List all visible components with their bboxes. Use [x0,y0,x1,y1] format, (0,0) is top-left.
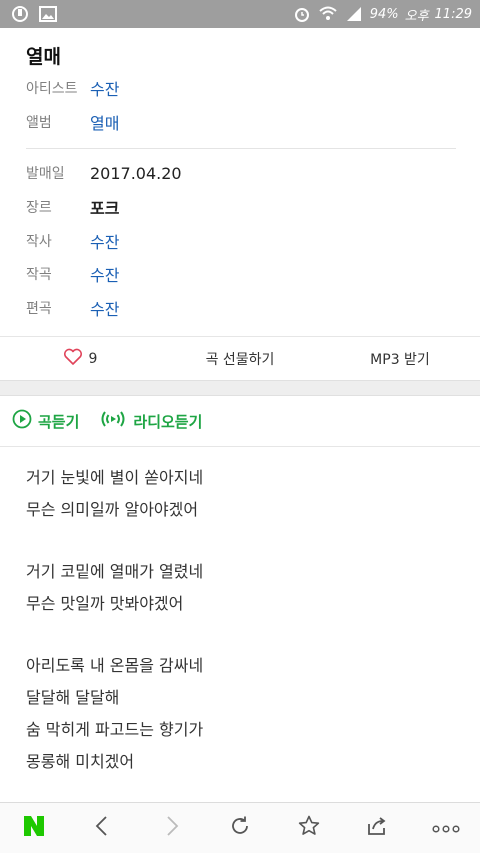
forward-icon [159,814,183,842]
play-circle-icon [12,409,32,433]
like-count: 9 [88,350,98,367]
gift-song-button[interactable]: 곡 선물하기 [160,349,320,369]
heart-icon [63,348,83,370]
meta-label: 장르 [26,200,52,216]
section-separator [0,380,480,396]
clock: 11:29 [434,6,472,22]
release-date: 2017.04.20 [90,163,182,183]
lyrics: 거기 눈빛에 별이 쏟아지네 무슨 의미일까 알아야겠어 거기 코밑에 열매가 … [26,462,466,778]
meta-row-arranger: 편곡 수잔 [26,293,456,323]
radio-listen-label: 라디오듣기 [133,412,203,431]
lyric-stanza-gap [26,526,466,556]
naver-logo-icon [22,814,46,842]
album-link[interactable]: 열매 [90,110,119,134]
meta-label: 앨범 [26,115,52,131]
meta-row-release-date: 발매일 2017.04.20 [26,158,456,188]
lyric-line: 거기 눈빛에 별이 쏟아지네 [26,468,204,487]
app-notification-icon [10,4,30,24]
genre-value: 포크 [90,199,120,218]
mp3-download-button[interactable]: MP3 받기 [320,349,480,369]
lyric-line: 무슨 맛일까 맛봐야겠어 [26,594,184,613]
meta-row-composer: 작곡 수잔 [26,259,456,289]
battery-percent: 94% [369,6,399,22]
meta-row-genre: 장르 포크 [26,192,456,222]
refresh-icon [228,814,252,842]
composer-link[interactable]: 수잔 [90,262,119,286]
bookmark-star-icon [297,814,321,842]
meta-label: 아티스트 [26,81,78,97]
meta-label: 편곡 [26,301,52,317]
meta-row-artist: 아티스트 수잔 [26,73,456,103]
back-icon [91,814,115,842]
meta-label: 작사 [26,234,52,250]
naver-home-button[interactable] [10,804,58,852]
refresh-button[interactable] [216,804,264,852]
share-icon [365,814,389,842]
divider [26,148,456,149]
meta-row-album: 앨범 열매 [26,107,456,137]
arranger-link[interactable]: 수잔 [90,296,119,320]
lyric-line: 숨 막히게 파고드는 향기가 [26,720,204,739]
meta-row-lyricist: 작사 수잔 [26,226,456,256]
lyric-line: 달달해 달달해 [26,688,120,707]
bookmark-button[interactable] [285,804,333,852]
radio-broadcast-icon [99,409,127,433]
image-notification-icon [38,4,58,24]
divider [0,446,480,447]
wifi-icon [318,4,338,24]
song-title: 열매 [26,46,61,68]
lyric-line: 몽롱해 미치겠어 [26,752,135,771]
share-button[interactable] [353,804,401,852]
play-options: 곡듣기 라디오듣기 [12,406,202,436]
signal-icon [344,4,364,24]
like-button[interactable]: 9 [0,348,160,370]
more-button[interactable] [422,804,470,852]
radio-listen-button[interactable]: 라디오듣기 [99,409,202,433]
forward-button[interactable] [147,804,195,852]
listen-song-button[interactable]: 곡듣기 [12,409,79,433]
action-bar: 9 곡 선물하기 MP3 받기 [0,336,480,380]
ampm: 오후 [404,8,429,24]
browser-toolbar [0,802,480,853]
lyric-line: 아리도록 내 온몸을 감싸네 [26,656,204,675]
listen-song-label: 곡듣기 [38,412,80,431]
meta-label: 작곡 [26,267,52,283]
lyric-line: 거기 코밑에 열매가 열렸네 [26,562,204,581]
status-bar: 94% 오후 11:29 [0,0,480,28]
more-icon [432,819,460,838]
back-button[interactable] [79,804,127,852]
lyric-line: 무슨 의미일까 알아야겠어 [26,500,199,519]
artist-link[interactable]: 수잔 [90,76,119,100]
alarm-icon [292,4,312,24]
lyricist-link[interactable]: 수잔 [90,229,119,253]
lyric-stanza-gap [26,620,466,650]
meta-label: 발매일 [26,166,65,182]
